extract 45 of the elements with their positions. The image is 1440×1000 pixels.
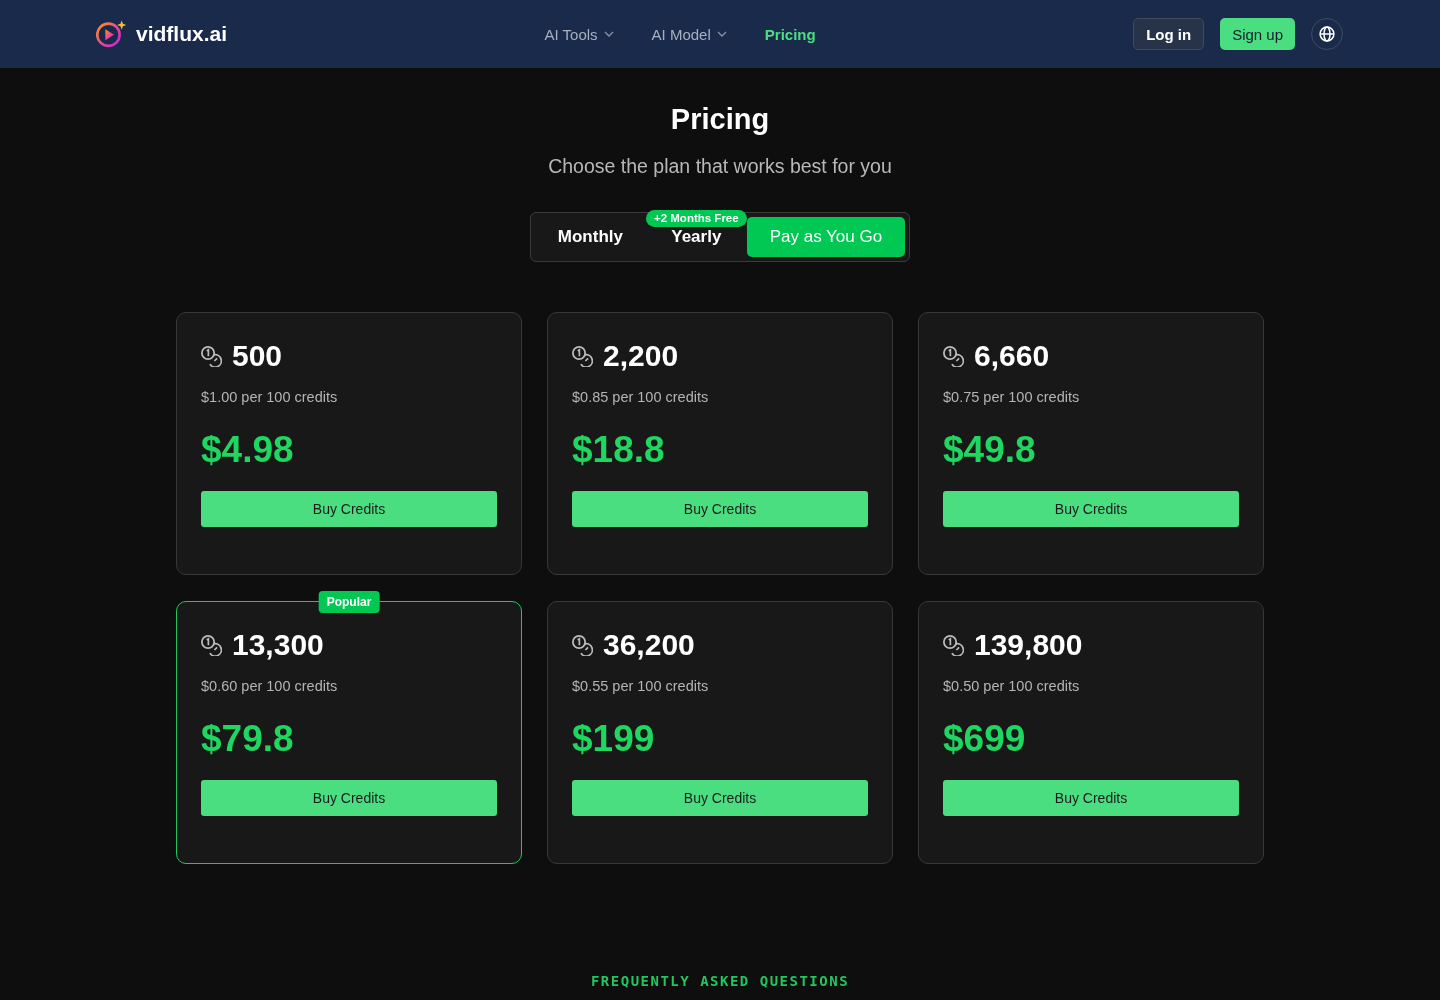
billing-tab[interactable]: Yearly [648, 227, 745, 257]
globe-icon [1319, 26, 1335, 42]
logo-link[interactable]: vidflux.ai [96, 19, 228, 49]
coins-icon [201, 345, 222, 367]
page-subtitle: Choose the plan that works best for you [548, 154, 892, 178]
faq-heading: FREQUENTLY ASKED QUESTIONS [590, 972, 850, 990]
buy-credits-button[interactable]: Buy Credits [943, 491, 1239, 527]
popular-badge: Popular [318, 591, 380, 613]
plan-price: $18.8 [572, 428, 666, 472]
credit-amount: 500 [232, 339, 283, 373]
buy-credits-button[interactable]: Buy Credits [943, 780, 1239, 816]
plan-price: $79.8 [201, 717, 295, 761]
credit-rate: $0.55 per 100 credits [572, 677, 710, 696]
play-logo-icon [96, 19, 127, 49]
buy-credits-button[interactable]: Buy Credits [201, 491, 497, 527]
credit-amount: 36,200 [603, 628, 695, 662]
plan-price: $699 [943, 717, 1027, 761]
plan-price: $199 [572, 717, 656, 761]
signup-button[interactable]: Sign up [1220, 18, 1295, 50]
credit-rate: $0.75 per 100 credits [943, 388, 1081, 407]
credit-amount: 13,300 [232, 628, 324, 662]
credit-rate: $1.00 per 100 credits [201, 388, 339, 407]
credit-rate: $0.60 per 100 credits [201, 677, 339, 696]
plan-price: $49.8 [943, 428, 1037, 472]
coins-icon [572, 345, 593, 367]
login-button[interactable]: Log in [1133, 18, 1205, 50]
credit-rate: $0.50 per 100 credits [943, 677, 1081, 696]
nav-link[interactable]: AI Tools [544, 25, 614, 43]
buy-credits-button[interactable]: Buy Credits [572, 780, 868, 816]
billing-tab[interactable]: Monthly [534, 217, 646, 257]
nav-link[interactable]: Pricing [764, 25, 816, 43]
coins-icon [572, 634, 593, 656]
buy-credits-button[interactable]: Buy Credits [201, 780, 497, 816]
coins-icon [943, 634, 964, 656]
coins-icon [201, 634, 222, 656]
credit-amount: 2,200 [603, 339, 679, 373]
coins-icon [943, 345, 964, 367]
page-title: Pricing [670, 102, 770, 137]
discount-badge: +2 Months Free [646, 210, 747, 227]
credit-rate: $0.85 per 100 credits [572, 388, 710, 407]
credit-amount: 6,660 [974, 339, 1050, 373]
nav-link[interactable]: AI Model [651, 25, 727, 43]
buy-credits-button[interactable]: Buy Credits [572, 491, 868, 527]
plan-price: $4.98 [201, 428, 295, 472]
credit-amount: 139,800 [974, 628, 1083, 662]
